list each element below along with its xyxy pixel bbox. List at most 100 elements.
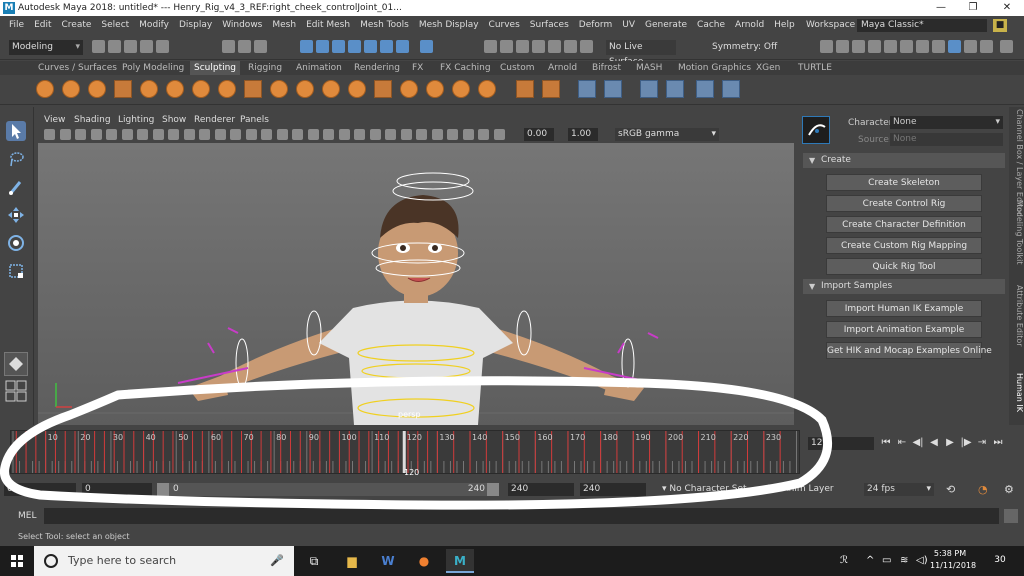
loop-icon[interactable]: ⟲: [946, 483, 955, 496]
undo-icon[interactable]: [140, 40, 153, 53]
history-icon[interactable]: [500, 40, 513, 53]
menu-select[interactable]: Select: [96, 16, 134, 34]
panel-tool-9-icon[interactable]: [168, 129, 179, 140]
panel-layout-8-icon[interactable]: [932, 40, 945, 53]
range-end-handle[interactable]: [487, 483, 499, 496]
preferences-icon[interactable]: ⚙: [1004, 483, 1014, 496]
anim-start-field[interactable]: 0: [4, 483, 76, 496]
range-slider[interactable]: 0 240: [157, 483, 499, 496]
panel-tool-16-icon[interactable]: [277, 129, 288, 140]
save-scene-icon[interactable]: [124, 40, 137, 53]
panel-layout-10-icon[interactable]: [964, 40, 977, 53]
shelf-tab-curves-surfaces[interactable]: Curves / Surfaces: [34, 61, 121, 75]
go-to-start-icon[interactable]: ⏮: [880, 436, 892, 450]
panel-layout-5-icon[interactable]: [884, 40, 897, 53]
menu-help[interactable]: Help: [769, 16, 800, 34]
snap-surface-icon[interactable]: [348, 40, 361, 53]
input-output-icon[interactable]: [484, 40, 497, 53]
panel-tool-19-icon[interactable]: [323, 129, 334, 140]
shelf-tab-fx[interactable]: FX: [408, 61, 427, 75]
playback-end-field[interactable]: 240: [508, 483, 574, 496]
people-icon[interactable]: ℛ: [840, 546, 848, 576]
menu-deform[interactable]: Deform: [574, 16, 617, 34]
restore-button[interactable]: ❐: [958, 0, 988, 16]
fill-tool-icon[interactable]: [348, 80, 366, 98]
redo-icon[interactable]: [156, 40, 169, 53]
create-control-rig-button[interactable]: Create Control Rig: [826, 195, 982, 212]
make-live-icon[interactable]: [380, 40, 393, 53]
shelf-tab-arnold[interactable]: Arnold: [544, 61, 581, 75]
open-scene-icon[interactable]: [108, 40, 121, 53]
panel-layout-4-icon[interactable]: [868, 40, 881, 53]
side-tab-attribute-editor[interactable]: Attribute Editor: [1009, 273, 1024, 359]
panel-tool-27-icon[interactable]: [447, 129, 458, 140]
knife-tool-icon[interactable]: [374, 80, 392, 98]
quick-rig-tool-button[interactable]: Quick Rig Tool: [826, 258, 982, 275]
shelf-tab-rendering[interactable]: Rendering: [350, 61, 404, 75]
panel-tool-8-icon[interactable]: [153, 129, 164, 140]
play-forwards-icon[interactable]: ▶: [944, 436, 956, 450]
panel-tool-23-icon[interactable]: [385, 129, 396, 140]
menu-uv[interactable]: UV: [617, 16, 640, 34]
lasso-tool-icon[interactable]: [6, 149, 26, 169]
panel-tool-22-icon[interactable]: [370, 129, 381, 140]
viewport-persp[interactable]: persp: [38, 143, 794, 425]
microphone-icon[interactable]: 🎤: [270, 546, 284, 576]
task-view-icon[interactable]: ⧉: [300, 549, 328, 573]
import-animation-example-button[interactable]: Import Animation Example: [826, 321, 982, 338]
chevron-up-icon[interactable]: ^: [866, 546, 874, 576]
smooth-tool-icon[interactable]: [62, 80, 80, 98]
help-question-icon[interactable]: [420, 40, 433, 53]
panel-layout-12-icon[interactable]: [1000, 40, 1013, 53]
fps-select[interactable]: 24 fps ▾: [864, 483, 934, 496]
create-character-definition-button[interactable]: Create Character Definition: [826, 216, 982, 233]
word-icon[interactable]: W: [374, 549, 402, 573]
playback-start-field[interactable]: 0: [82, 483, 152, 496]
panel-tool-10-icon[interactable]: [184, 129, 195, 140]
start-button[interactable]: [0, 546, 34, 576]
panel-layout-2-icon[interactable]: [836, 40, 849, 53]
menu-file[interactable]: File: [4, 16, 29, 34]
step-forward-frame-icon[interactable]: |▶: [960, 436, 972, 450]
panel-tool-5-icon[interactable]: [106, 129, 117, 140]
paint-select-tool-icon[interactable]: [6, 177, 26, 197]
render-settings-icon[interactable]: [548, 40, 561, 53]
taskbar-clock[interactable]: 5:38 PM 11/11/2018: [930, 548, 976, 572]
lock-icon[interactable]: ■: [993, 19, 1007, 32]
command-input[interactable]: [44, 508, 999, 524]
scale-tool-icon[interactable]: [6, 261, 26, 281]
notification-count[interactable]: 30: [990, 550, 1010, 570]
panel-layout-11-icon[interactable]: [980, 40, 993, 53]
panel-layout-1-icon[interactable]: [820, 40, 833, 53]
maya-taskbar-icon[interactable]: M: [446, 549, 474, 573]
render-view-icon[interactable]: [580, 40, 593, 53]
shelf-tab-sculpting[interactable]: Sculpting: [190, 61, 241, 75]
shelf-tab-rigging[interactable]: Rigging: [244, 61, 286, 75]
create-custom-rig-mapping-button[interactable]: Create Custom Rig Mapping: [826, 237, 982, 254]
menu-modify[interactable]: Modify: [134, 16, 174, 34]
select-object-icon[interactable]: [238, 40, 251, 53]
repeat-tool-icon[interactable]: [244, 80, 262, 98]
panel-tool-13-icon[interactable]: [230, 129, 241, 140]
menu-display[interactable]: Display: [174, 16, 217, 34]
amplify-tool-icon[interactable]: [452, 80, 470, 98]
panel-tool-11-icon[interactable]: [199, 129, 210, 140]
shelf-tab-bifrost[interactable]: Bifrost: [588, 61, 625, 75]
panel-layout-3-icon[interactable]: [852, 40, 865, 53]
flatten-tool-icon[interactable]: [166, 80, 184, 98]
battery-icon[interactable]: ▭: [882, 546, 891, 576]
convert-to-frozen-icon[interactable]: [516, 80, 534, 98]
panel-menu-view[interactable]: View: [44, 113, 65, 127]
wax-tool-icon[interactable]: [296, 80, 314, 98]
panel-menu-shading[interactable]: Shading: [74, 113, 111, 127]
menu-mesh-display[interactable]: Mesh Display: [414, 16, 484, 34]
far-clip-field[interactable]: 1.00: [568, 128, 598, 141]
menu-edit[interactable]: Edit: [29, 16, 56, 34]
snap-grid-icon[interactable]: [300, 40, 313, 53]
select-component-icon[interactable]: [254, 40, 267, 53]
panel-tool-26-icon[interactable]: [432, 129, 443, 140]
panel-tool-24-icon[interactable]: [401, 129, 412, 140]
hypershade-icon[interactable]: [564, 40, 577, 53]
wifi-icon[interactable]: ≋: [900, 546, 908, 576]
close-button[interactable]: ✕: [992, 0, 1022, 16]
